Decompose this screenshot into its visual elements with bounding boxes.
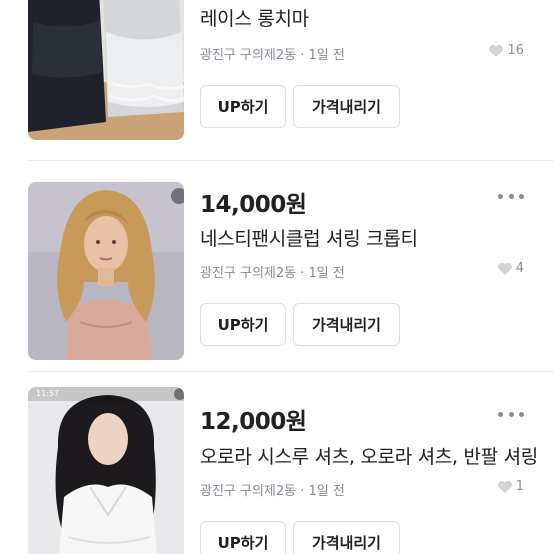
item-likes: 1: [497, 479, 524, 494]
heart-icon: [497, 480, 513, 494]
more-dots-icon[interactable]: [498, 191, 524, 201]
item-title[interactable]: 네스티팬시클럽 셔링 크롭티: [200, 224, 418, 251]
item-meta: 광진구 구의제2동 · 1일 전: [200, 484, 345, 499]
item-price: 12,000원: [200, 409, 307, 435]
list-item[interactable]: 11:57 12,000원 오로라 시스루 셔츠, 오로라 셔츠, 반팔 셔링 …: [0, 372, 554, 554]
item-title[interactable]: 오로라 시스루 셔츠, 오로라 셔츠, 반팔 셔링: [200, 442, 538, 469]
lower-price-button[interactable]: 가격내리기: [293, 85, 400, 128]
up-button[interactable]: UP하기: [200, 521, 286, 554]
more-dots-icon[interactable]: [498, 409, 524, 419]
item-likes: 16: [488, 43, 524, 58]
item-thumbnail[interactable]: [28, 0, 184, 140]
item-thumbnail[interactable]: 11:57: [28, 387, 184, 554]
item-thumbnail[interactable]: [28, 182, 184, 360]
lower-price-button[interactable]: 가격내리기: [293, 303, 400, 346]
up-button[interactable]: UP하기: [200, 303, 286, 346]
item-price: 14,000원: [200, 192, 307, 218]
item-title[interactable]: 레이스 롱치마: [200, 4, 309, 31]
heart-icon: [497, 262, 513, 276]
lower-price-button[interactable]: 가격내리기: [293, 521, 400, 554]
heart-icon: [488, 44, 504, 58]
likes-count: 1: [515, 479, 524, 494]
photo-status-time: 11:57: [36, 389, 60, 398]
likes-count: 16: [507, 43, 524, 58]
item-meta: 광진구 구의제2동 · 1일 전: [200, 266, 345, 281]
list-item[interactable]: 14,000원 네스티팬시클럽 셔링 크롭티 광진구 구의제2동 · 1일 전 …: [0, 161, 554, 371]
list-item[interactable]: 레이스 롱치마 광진구 구의제2동 · 1일 전 16 UP하기 가격내리기: [0, 0, 554, 160]
item-likes: 4: [497, 261, 524, 276]
likes-count: 4: [515, 261, 524, 276]
item-meta: 광진구 구의제2동 · 1일 전: [200, 48, 345, 63]
up-button[interactable]: UP하기: [200, 85, 286, 128]
